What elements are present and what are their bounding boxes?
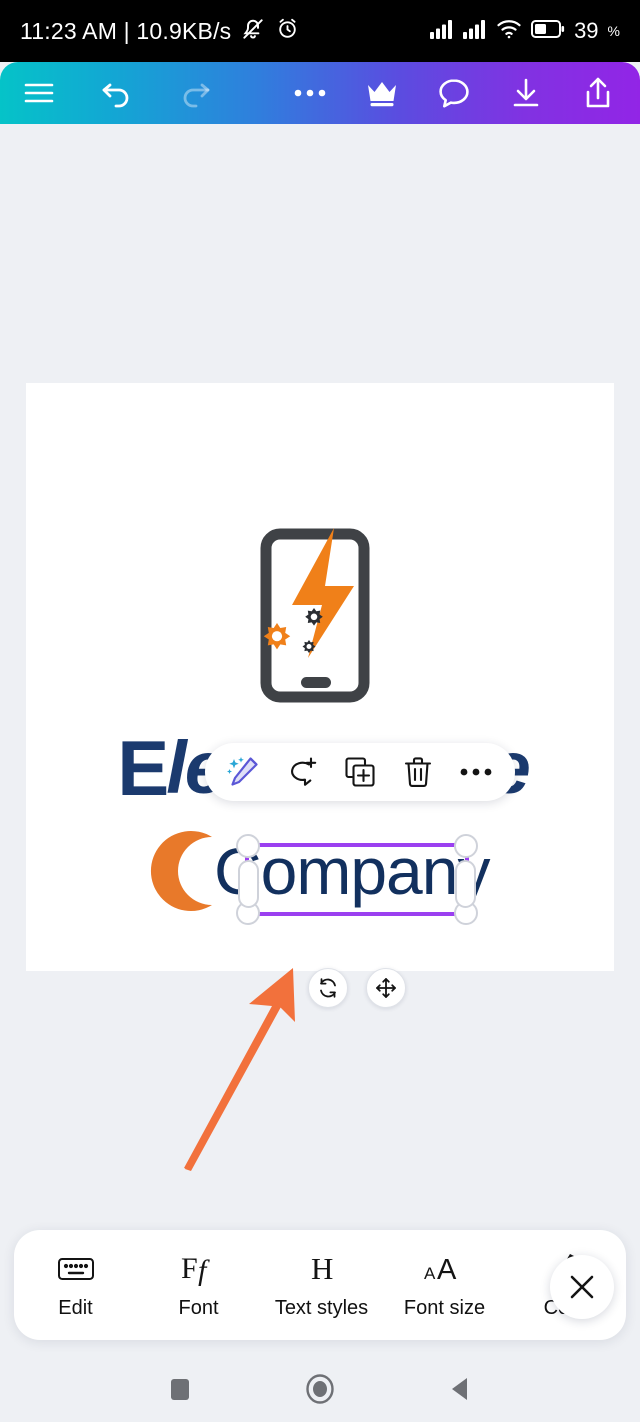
- brand-initial-letter: E: [117, 724, 169, 812]
- brand-subtitle-company[interactable]: Company: [146, 825, 526, 917]
- percent-symbol: %: [607, 23, 620, 39]
- font-Ff-icon: F f: [178, 1250, 220, 1288]
- font-size-tool[interactable]: A A Font size: [383, 1230, 506, 1340]
- home-button[interactable]: [295, 1364, 345, 1414]
- edit-tool-label: Edit: [58, 1297, 93, 1319]
- status-bar-right: 39 %: [430, 18, 620, 44]
- signal-bars-icon: [463, 19, 487, 44]
- share-icon[interactable]: [562, 62, 634, 124]
- svg-text:A: A: [437, 1254, 457, 1286]
- edit-tool[interactable]: Edit: [14, 1230, 137, 1340]
- recents-square-icon: [171, 1378, 189, 1400]
- status-bar-left: 11:23 AM | 10.9KB/s: [20, 16, 300, 47]
- font-tool[interactable]: F f Font: [137, 1230, 260, 1340]
- magic-edit-icon[interactable]: [221, 749, 267, 795]
- signal-bars-icon: [430, 19, 454, 44]
- add-comment-icon[interactable]: [279, 749, 325, 795]
- keyboard-icon: [57, 1250, 95, 1288]
- font-size-aA-icon: A A: [423, 1250, 467, 1288]
- phone-lightning-gears-logo[interactable]: [246, 528, 396, 703]
- svg-text:A: A: [424, 1264, 436, 1283]
- status-clock: 11:23 AM | 10.9KB/s: [20, 17, 232, 44]
- selection-context-toolbar: [205, 743, 515, 801]
- svg-text:F: F: [181, 1252, 198, 1285]
- back-button[interactable]: [435, 1364, 485, 1414]
- close-button[interactable]: [550, 1255, 614, 1319]
- download-icon[interactable]: [490, 62, 562, 124]
- orange-pointer-arrow: [184, 968, 295, 1171]
- text-tools-toolbar: Edit F f Font H Text styles A A Font siz…: [14, 1230, 626, 1340]
- svg-text:H: H: [311, 1252, 333, 1286]
- menu-icon[interactable]: [0, 62, 78, 124]
- top-toolbar: [0, 62, 640, 124]
- design-canvas[interactable]: E lectrowave Company: [26, 383, 614, 971]
- battery-icon: [531, 19, 565, 44]
- alarm-clock-icon: [275, 16, 300, 46]
- android-nav-bar: [0, 1355, 640, 1422]
- delete-icon[interactable]: [395, 749, 441, 795]
- close-icon: [570, 1275, 594, 1299]
- wifi-icon: [496, 18, 522, 44]
- font-tool-label: Font: [178, 1297, 219, 1319]
- back-triangle-icon: [452, 1377, 467, 1400]
- more-options-icon[interactable]: [453, 749, 499, 795]
- text-styles-tool[interactable]: H Text styles: [260, 1230, 383, 1340]
- duplicate-icon[interactable]: [337, 749, 383, 795]
- more-options-icon[interactable]: [274, 62, 346, 124]
- font-size-tool-label: Font size: [403, 1297, 486, 1319]
- text-styles-tool-label: Text styles: [274, 1297, 369, 1319]
- redo-icon[interactable]: [156, 62, 234, 124]
- svg-text:f: f: [198, 1254, 210, 1286]
- undo-icon[interactable]: [78, 62, 156, 124]
- mute-bell-icon: [240, 16, 266, 47]
- company-text: Company: [214, 834, 490, 908]
- rotate-button[interactable]: [308, 968, 348, 1008]
- recents-button[interactable]: [155, 1364, 205, 1414]
- heading-H-icon: H: [305, 1250, 339, 1288]
- home-circle-icon: [306, 1373, 334, 1404]
- comment-icon[interactable]: [418, 62, 490, 124]
- crown-icon[interactable]: [346, 62, 418, 124]
- battery-percent: 39: [574, 18, 599, 43]
- move-button[interactable]: [366, 968, 406, 1008]
- status-bar: 11:23 AM | 10.9KB/s 39 %: [0, 0, 640, 62]
